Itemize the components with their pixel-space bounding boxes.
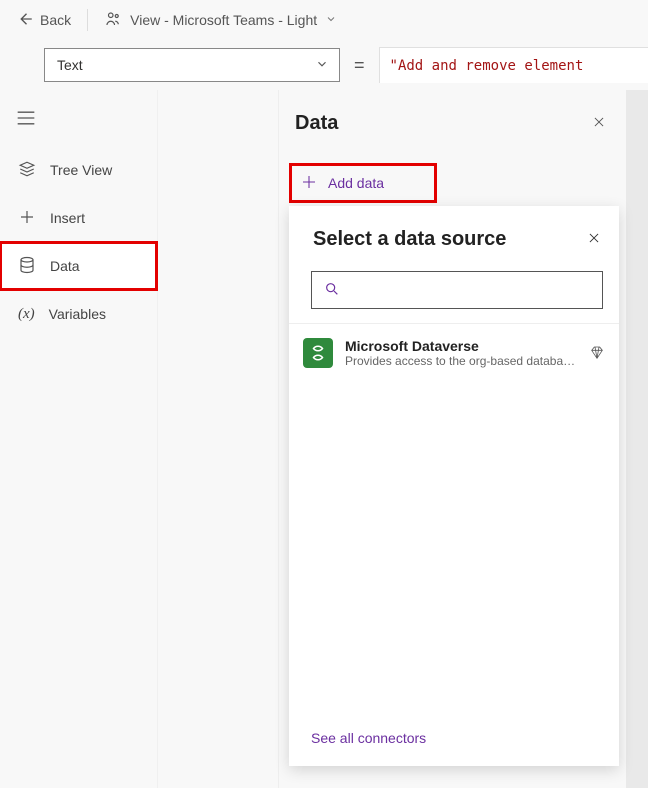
see-all-connectors-link[interactable]: See all connectors xyxy=(289,714,619,766)
data-source-item[interactable]: Microsoft Dataverse Provides access to t… xyxy=(289,324,619,382)
add-data-label: Add data xyxy=(328,175,384,191)
property-dropdown-label: Text xyxy=(57,57,83,73)
rail-item-tree-view[interactable]: Tree View xyxy=(0,146,157,194)
popup-close-button[interactable] xyxy=(587,231,601,248)
back-button[interactable]: Back xyxy=(10,6,77,35)
rail-item-label: Tree View xyxy=(50,162,112,178)
back-label: Back xyxy=(40,12,71,28)
arrow-left-icon xyxy=(16,10,34,31)
divider xyxy=(87,9,88,31)
popup-title: Select a data source xyxy=(313,228,506,251)
hamburger-button[interactable] xyxy=(6,102,46,134)
view-selector[interactable]: View - Microsoft Teams - Light xyxy=(98,6,343,35)
data-panel: Data Add data Select a data source xyxy=(278,90,626,788)
add-data-button[interactable]: Add data xyxy=(289,163,437,203)
panel-close-button[interactable] xyxy=(592,115,606,132)
variable-icon: (x) xyxy=(18,306,35,323)
teams-icon xyxy=(104,10,122,31)
search-box[interactable] xyxy=(311,271,603,309)
rail-item-label: Variables xyxy=(49,306,106,322)
plus-icon xyxy=(18,208,36,229)
data-source-desc: Provides access to the org-based databas… xyxy=(345,354,577,368)
search-input[interactable] xyxy=(340,272,602,308)
rail-item-label: Data xyxy=(50,258,80,274)
panel-title: Data xyxy=(295,112,338,135)
formula-bar[interactable]: "Add and remove element xyxy=(379,47,648,83)
canvas-area xyxy=(626,90,648,788)
left-rail: Tree View Insert Data (x) Variables xyxy=(0,90,158,788)
rail-item-label: Insert xyxy=(50,210,85,226)
rail-item-data[interactable]: Data xyxy=(0,242,157,290)
rail-item-variables[interactable]: (x) Variables xyxy=(0,290,157,338)
property-dropdown[interactable]: Text xyxy=(44,48,340,82)
dataverse-icon xyxy=(303,338,333,368)
data-source-title: Microsoft Dataverse xyxy=(345,338,577,354)
formula-value: "Add and remove element xyxy=(390,58,584,74)
layers-icon xyxy=(18,160,36,181)
chevron-down-icon xyxy=(325,12,337,28)
equals-sign: = xyxy=(350,55,369,76)
search-icon xyxy=(324,281,340,300)
data-source-popup: Select a data source Microsoft Dataverse xyxy=(289,206,619,766)
plus-icon xyxy=(300,173,318,194)
premium-icon xyxy=(589,345,605,361)
chevron-down-icon xyxy=(315,57,329,74)
view-label: View - Microsoft Teams - Light xyxy=(130,12,317,28)
rail-item-insert[interactable]: Insert xyxy=(0,194,157,242)
database-icon xyxy=(18,256,36,277)
